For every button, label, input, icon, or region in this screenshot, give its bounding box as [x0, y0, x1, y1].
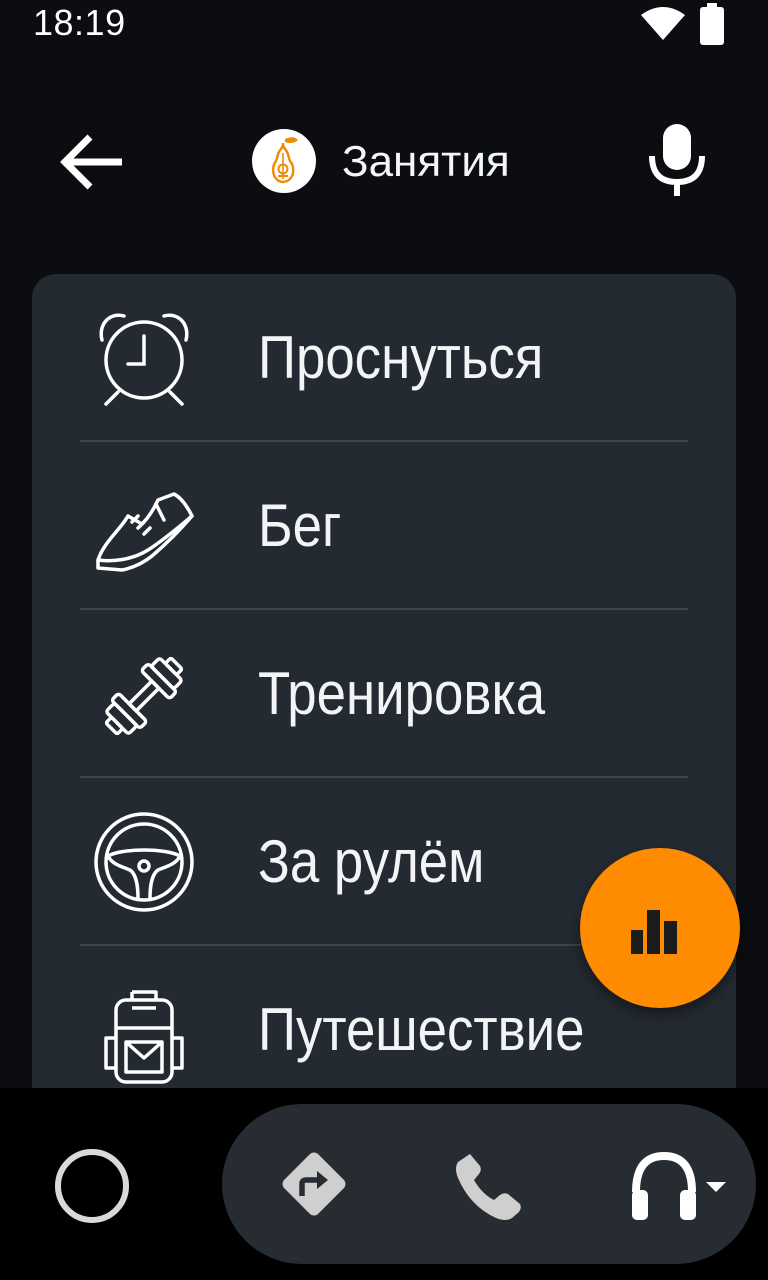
backpack-icon	[104, 990, 184, 1084]
status-bar: 18:19	[0, 0, 768, 48]
wifi-icon	[641, 7, 685, 40]
nav-pill	[222, 1104, 756, 1264]
list-item-label: За рулём	[258, 828, 485, 895]
battery-icon	[700, 3, 724, 45]
home-circle-icon[interactable]	[55, 1149, 129, 1223]
status-time: 18:19	[33, 2, 126, 43]
pear-guitar-logo-icon	[271, 137, 298, 184]
list-item-label: Путешествие	[258, 996, 585, 1063]
steering-wheel-icon	[94, 812, 194, 912]
list-item-workout[interactable]: Тренировка	[32, 610, 736, 778]
app-logo	[252, 129, 316, 193]
list-item-label: Бег	[258, 492, 342, 559]
arrow-back-icon[interactable]	[52, 122, 132, 202]
list-item-running[interactable]: Бег	[32, 442, 736, 610]
bottom-navigation	[0, 1088, 768, 1280]
equalizer-bars-icon	[631, 910, 677, 954]
dumbbell-icon	[104, 656, 184, 736]
headphones-icon[interactable]	[628, 1146, 734, 1226]
list-item-wake-up[interactable]: Проснуться	[32, 274, 736, 442]
phone-icon[interactable]	[452, 1150, 524, 1222]
android-auto-screen: 18:19 Занятия Проснуться Бег Тренировка …	[0, 0, 768, 1280]
microphone-icon[interactable]	[640, 120, 714, 202]
alarm-clock-icon	[99, 313, 189, 406]
navigation-directions-icon[interactable]	[276, 1146, 352, 1222]
list-item-label: Проснуться	[258, 324, 544, 391]
now-playing-button[interactable]	[580, 848, 740, 1008]
running-shoe-icon	[96, 492, 194, 572]
activities-list: Проснуться Бег Тренировка За рулём Путеш…	[32, 274, 736, 1174]
page-title: Занятия	[342, 137, 510, 186]
list-item-label: Тренировка	[258, 660, 546, 727]
